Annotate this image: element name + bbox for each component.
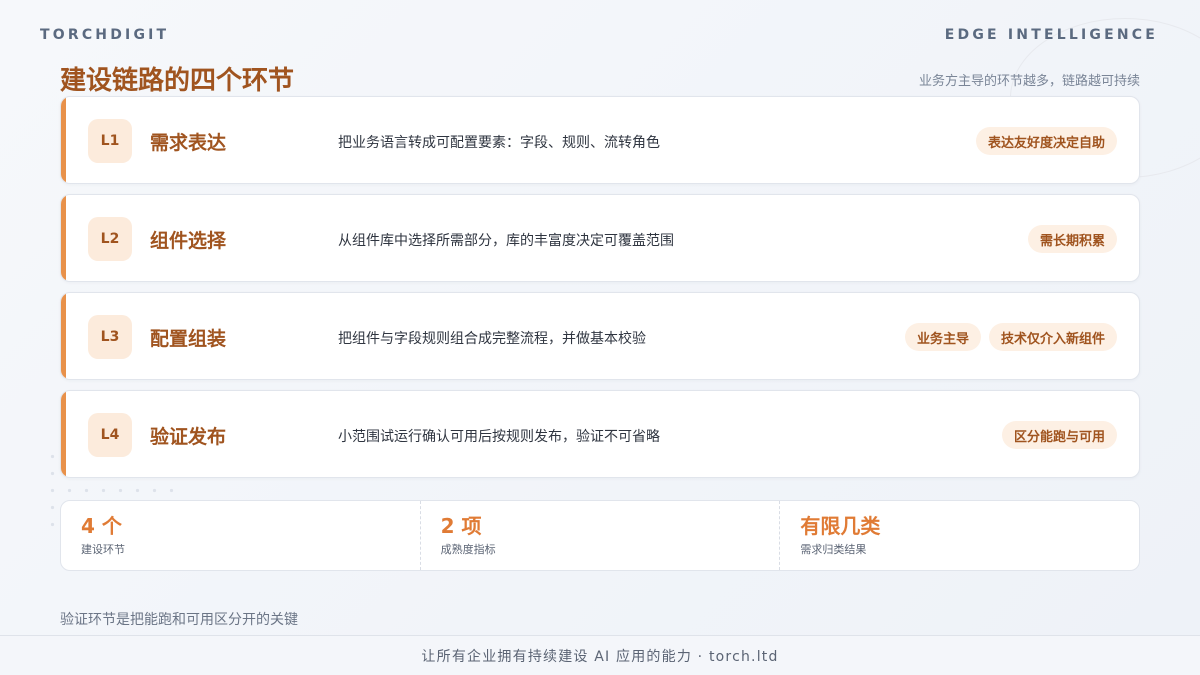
step-tag: 技术仅介入新组件	[988, 323, 1117, 351]
step-list: L1 需求表达 把业务语言转成可配置要素：字段、规则、流转角色 表达友好度决定自…	[60, 96, 1140, 488]
step-card-l3: L3 配置组装 把组件与字段规则组合成完整流程，并做基本校验 业务主导 技术仅介…	[60, 292, 1140, 380]
step-tags: 表达友好度决定自助	[975, 127, 1117, 155]
stat-value: 2 项	[440, 514, 482, 538]
footer-text: 让所有企业拥有持续建设 AI 应用的能力 · torch.ltd	[421, 648, 779, 665]
step-card-l4: L4 验证发布 小范围试运行确认可用后按规则发布，验证不可省略 区分能跑与可用	[60, 390, 1140, 478]
step-description: 把组件与字段规则组合成完整流程，并做基本校验	[338, 331, 646, 347]
stat-item: 4 个 建设环节	[61, 501, 421, 570]
step-badge: L4	[88, 413, 132, 457]
step-description: 把业务语言转成可配置要素：字段、规则、流转角色	[338, 135, 660, 151]
stat-item: 2 项 成熟度指标	[421, 501, 781, 570]
step-badge: L1	[88, 119, 132, 163]
step-description: 从组件库中选择所需部分，库的丰富度决定可覆盖范围	[338, 233, 674, 249]
step-tag: 区分能跑与可用	[1001, 421, 1117, 449]
stat-item: 有限几类 需求归类结果	[780, 501, 1139, 570]
page-subtitle: 业务方主导的环节越多，链路越可持续	[918, 74, 1140, 89]
step-tags: 需长期积累	[1027, 225, 1117, 253]
step-badge: L2	[88, 217, 132, 261]
step-card-l2: L2 组件选择 从组件库中选择所需部分，库的丰富度决定可覆盖范围 需长期积累	[60, 194, 1140, 282]
step-card-l1: L1 需求表达 把业务语言转成可配置要素：字段、规则、流转角色 表达友好度决定自…	[60, 96, 1140, 184]
step-tags: 区分能跑与可用	[1001, 421, 1117, 449]
bottom-note: 验证环节是把能跑和可用区分开的关键	[60, 612, 298, 628]
step-tag: 表达友好度决定自助	[975, 127, 1117, 155]
step-tag: 业务主导	[904, 323, 981, 351]
step-title: 需求表达	[150, 132, 227, 154]
page-title: 建设链路的四个环节	[60, 66, 295, 96]
brand-tagline: EDGE INTELLIGENCE	[944, 27, 1158, 43]
stat-value: 4 个	[81, 514, 122, 538]
stat-label: 需求归类结果	[800, 543, 867, 556]
footer: 让所有企业拥有持续建设 AI 应用的能力 · torch.ltd	[0, 635, 1200, 675]
step-description: 小范围试运行确认可用后按规则发布，验证不可省略	[338, 429, 660, 445]
brand-logo-text: TORCHDIGIT	[40, 27, 170, 43]
step-title: 验证发布	[150, 426, 227, 448]
step-title: 组件选择	[150, 230, 227, 252]
step-title: 配置组装	[150, 328, 227, 350]
step-tags: 业务主导 技术仅介入新组件	[904, 323, 1117, 351]
step-tag: 需长期积累	[1027, 225, 1117, 253]
stat-value: 有限几类	[800, 514, 881, 538]
step-badge: L3	[88, 315, 132, 359]
stat-label: 成熟度指标	[440, 543, 496, 556]
stat-label: 建设环节	[81, 543, 125, 556]
stats-panel: 4 个 建设环节 2 项 成熟度指标 有限几类 需求归类结果	[60, 500, 1140, 571]
